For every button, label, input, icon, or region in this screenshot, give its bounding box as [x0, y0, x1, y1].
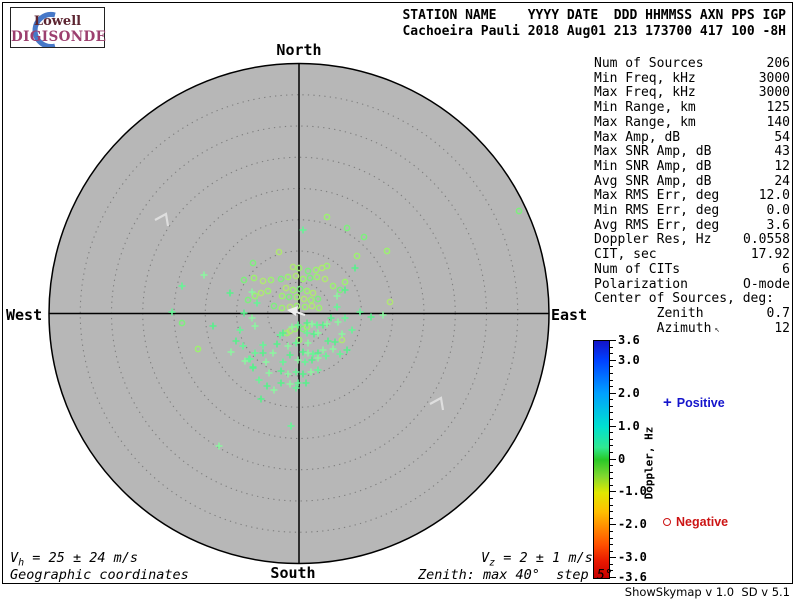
stat-row: PolarizationO-mode [594, 278, 790, 293]
colorbar-tick-label: 3.6 [618, 333, 640, 347]
horizontal-velocity-readout: Vh = 25 ± 24 m/s [10, 550, 138, 569]
stat-row: Min SNR Amp, dB12 [594, 160, 790, 175]
doppler-axis-label: Doppler, Hz [643, 427, 656, 500]
legend-negative: Negative [663, 515, 728, 529]
measurement-stats-panel: Num of Sources206Min Freq, kHz3000Max Fr… [594, 57, 790, 337]
stat-row: Max SNR Amp, dB43 [594, 145, 790, 160]
compass-label-west: West [6, 306, 42, 324]
stat-row: Min Range, km125 [594, 101, 790, 116]
colorbar-tick-label: -3.0 [618, 550, 647, 564]
doppler-colorbar-ticks: 3.63.02.01.00-1.0-2.0-3.0-3.6 [593, 340, 633, 577]
header-station-values: Cachoeira Pauli 2018 Aug01 213 173700 41… [402, 24, 786, 40]
colorbar-tick-label: 0 [618, 452, 625, 466]
plus-marker-icon: + [663, 397, 672, 409]
logo-text-lowell: Lowell [11, 14, 104, 29]
legend-negative-label: Negative [676, 515, 728, 529]
colorbar-tick-label: -2.0 [618, 517, 647, 531]
lowell-digisonde-logo: Lowell DIGISONDE [10, 7, 105, 48]
stat-row: Max RMS Err, deg12.0 [594, 189, 790, 204]
compass-label-south: South [270, 564, 315, 582]
vertical-velocity-readout: Vz = 2 ± 1 m/s [481, 550, 593, 569]
software-version-label: ShowSkymap v 1.0 SD v 5.1 [625, 585, 790, 599]
compass-label-north: North [276, 41, 321, 59]
header-column-titles: STATION NAME YYYY DATE DDD HHMMSS AXN PP… [402, 8, 786, 24]
colorbar-tick-label: 3.0 [618, 353, 640, 367]
colorbar-tick-label: -3.6 [618, 570, 647, 584]
stat-row: Center of Sources, deg: [594, 292, 790, 307]
stat-row: Max Freq, kHz3000 [594, 86, 790, 101]
coordinate-system-label: Geographic coordinates [10, 567, 189, 583]
stat-row: Avg RMS Err, deg3.6 [594, 219, 790, 234]
colorbar-tick-label: 2.0 [618, 386, 640, 400]
colorbar-tick-label: 1.0 [618, 419, 640, 433]
circle-marker-icon [663, 518, 671, 526]
zenith-scale-note: Zenith: max 40° step 5° [418, 567, 613, 583]
stat-row: Zenith0.7 [594, 307, 790, 322]
stat-row: Max Amp, dB54 [594, 131, 790, 146]
stat-row: CIT, sec17.92 [594, 248, 790, 263]
stat-row: Num of Sources206 [594, 57, 790, 72]
legend-positive: + Positive [663, 396, 725, 410]
showskymap-window: Lowell DIGISONDE STATION NAME YYYY DATE … [0, 0, 800, 600]
stat-row: Max Range, km140 [594, 116, 790, 131]
azimuth-arrow-icon: ↖ [714, 325, 719, 335]
legend-positive-label: Positive [677, 396, 725, 410]
logo-text-digisonde: DIGISONDE [11, 29, 104, 45]
stat-row: Min Freq, kHz3000 [594, 72, 790, 87]
stat-row: Min RMS Err, deg0.0 [594, 204, 790, 219]
compass-label-east: East [551, 306, 587, 324]
stat-row: Doppler Res, Hz0.0558 [594, 233, 790, 248]
stat-row: Avg SNR Amp, dB24 [594, 175, 790, 190]
stat-row: Num of CITs6 [594, 263, 790, 278]
